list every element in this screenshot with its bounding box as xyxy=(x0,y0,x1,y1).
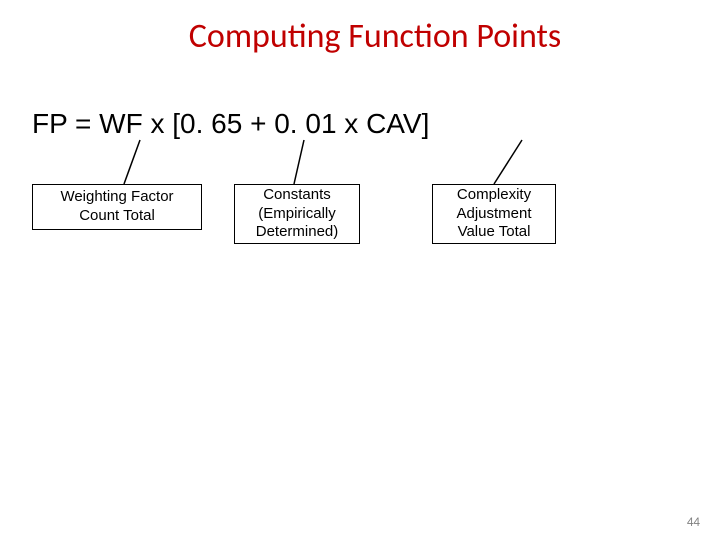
slide-title: Computing Function Points xyxy=(0,16,720,57)
connector-line-constants xyxy=(292,140,306,184)
label-box-constants: Constants (Empirically Determined) xyxy=(234,184,360,244)
connector-line-cav xyxy=(492,140,524,184)
label-box-weighting-factor: Weighting Factor Count Total xyxy=(32,184,202,230)
page-number: 44 xyxy=(687,515,700,530)
label-box-complexity-adjustment: Complexity Adjustment Value Total xyxy=(432,184,556,244)
connector-line-wf xyxy=(122,140,142,184)
formula-text: FP = WF x [0. 65 + 0. 01 x CAV] xyxy=(32,108,429,140)
